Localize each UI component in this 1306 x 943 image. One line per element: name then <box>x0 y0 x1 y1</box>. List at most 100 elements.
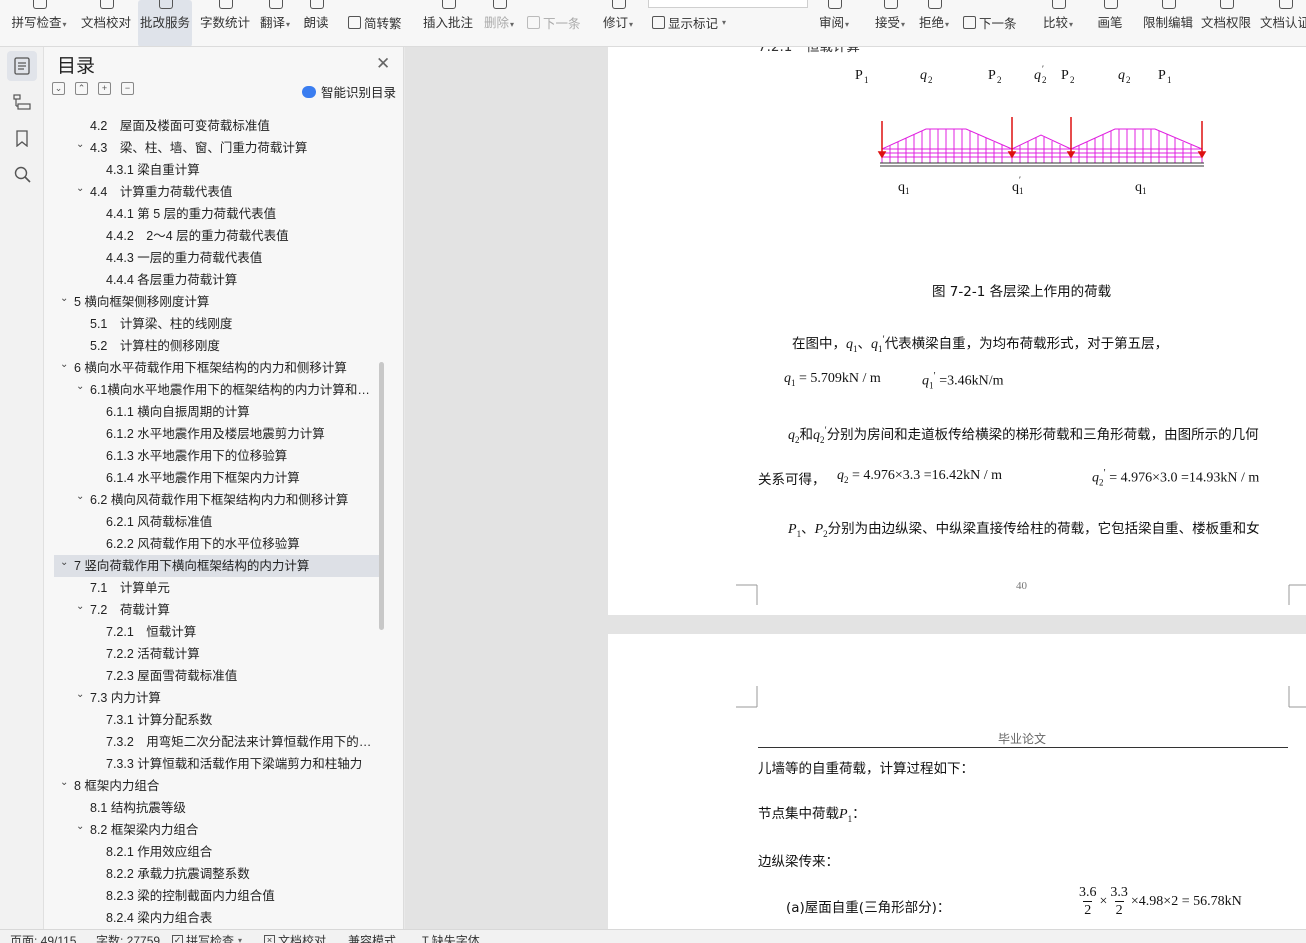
toc-item[interactable]: ⌄ 5 横向框架侧移刚度计算 <box>54 291 379 313</box>
show-markup-button[interactable]: 显示标记 ▾ <box>652 13 726 32</box>
toc-item[interactable]: 7.3.2 用弯矩二次分配法来计算恒载作用下的梁端弯矩 <box>54 731 379 753</box>
toc-scrollbar[interactable] <box>379 362 384 630</box>
toc-item[interactable]: 8.2.2 承载力抗震调整系数 <box>54 863 379 885</box>
toc-item[interactable]: 6.1.2 水平地震作用及楼层地震剪力计算 <box>54 423 379 445</box>
toc-item[interactable]: 6.1.4 水平地震作用下框架内力计算 <box>54 467 379 489</box>
toc-item[interactable]: 8.1 结构抗震等级 <box>54 797 379 819</box>
toc-item[interactable]: 6.1.3 水平地震作用下的位移验算 <box>54 445 379 467</box>
bookmark-panel-button[interactable] <box>7 123 37 153</box>
proofread-toggle[interactable]: × 文档校对 <box>264 932 326 943</box>
toc-item[interactable]: ⌄ 6.1横向水平地震作用下的框架结构的内力计算和侧移计算 <box>54 379 379 401</box>
outline-panel-button[interactable] <box>7 87 37 117</box>
toc-panel-button[interactable] <box>7 51 37 81</box>
pen-button[interactable]: 画笔 <box>1094 0 1126 46</box>
distributed-load-shapes <box>881 128 1203 163</box>
chevron-down-icon[interactable]: ⌄ <box>76 379 84 398</box>
close-icon[interactable]: ✕ <box>376 54 390 74</box>
read-aloud-button[interactable]: 朗读 <box>300 0 332 46</box>
word-count-button[interactable]: 字数统计 <box>198 0 252 46</box>
page2-line-1: 儿墙等的自重荷载，计算过程如下： <box>758 761 974 777</box>
compare-button[interactable]: 比较▾ <box>1038 0 1078 46</box>
toc-item[interactable]: 4.3.1 梁自重计算 <box>54 159 379 181</box>
toc-item[interactable]: ⌄ 6.2 横向风荷载作用下框架结构内力和侧移计算 <box>54 489 379 511</box>
search-panel-button[interactable] <box>7 159 37 189</box>
toc-item[interactable]: ⌄ 8 框架内力组合 <box>54 775 379 797</box>
chevron-down-icon[interactable]: ⌄ <box>60 291 68 310</box>
chevron-down-icon[interactable]: ⌄ <box>76 137 84 156</box>
toc-item[interactable]: 7.1 计算单元 <box>54 577 379 599</box>
reject-button[interactable]: 拒绝▾ <box>914 0 954 46</box>
document-canvas[interactable]: 7.2.1 恒载计算 P1 q2 P2 q 2 ′ P2 q2 P1 q1 q 1 ′ … <box>405 47 1306 929</box>
chevron-down-icon[interactable]: ⌄ <box>60 555 68 574</box>
toc-item[interactable]: 5.2 计算柱的侧移刚度 <box>54 335 379 357</box>
chevron-down-icon[interactable]: ⌄ <box>76 687 84 706</box>
chevron-down-icon[interactable]: ⌄ <box>76 489 84 508</box>
toc-item[interactable]: 8.2.3 梁的控制截面内力组合值 <box>54 885 379 907</box>
markup-view-select[interactable] <box>648 0 808 8</box>
toc-item[interactable]: ⌄ 6 横向水平荷载作用下框架结构的内力和侧移计算 <box>54 357 379 379</box>
review-service-button[interactable]: 批改服务 <box>138 0 192 46</box>
equation-q2: q2 = 4.976×3.3 =16.42kN / m <box>837 468 1003 485</box>
toc-item[interactable]: ⌄ 8.2 框架梁内力组合 <box>54 819 379 841</box>
review-button[interactable]: 审阅▾ <box>814 0 854 46</box>
chevron-down-icon[interactable]: ⌄ <box>76 599 84 618</box>
next-comment-button[interactable]: 下一条 <box>527 13 581 32</box>
beam-line <box>880 162 1204 167</box>
track-changes-button[interactable]: 修订▾ <box>598 0 638 46</box>
var-q1: q <box>846 337 853 352</box>
toc-item[interactable]: 4.4.3 一层的重力荷载代表值 <box>54 247 379 269</box>
translate-button[interactable]: 翻译▾ <box>256 0 294 46</box>
add-heading-icon[interactable]: + <box>98 82 111 95</box>
toc-item[interactable]: 6.2.2 风荷载作用下的水平位移验算 <box>54 533 379 555</box>
spell-check-toggle[interactable]: ✓ 拼写检查 ▾ <box>172 932 242 943</box>
page-indicator[interactable]: 页面: 49/115 <box>10 932 76 943</box>
doc-proofread-button[interactable]: 文档校对 <box>78 0 134 46</box>
chevron-down-icon[interactable]: ⌄ <box>76 181 84 200</box>
paragraph-2: q2和q2′分别为房间和走道板传给横梁的梯形荷载和三角形荷载，由图所示的几何 <box>788 425 1259 445</box>
toc-item[interactable]: 4.2 屋面及楼面可变荷载标准值 <box>54 115 379 137</box>
toc-item[interactable]: 4.4.2 2～4 层的重力荷载代表值 <box>54 225 379 247</box>
toc-item[interactable]: 4.4.1 第 5 层的重力荷载代表值 <box>54 203 379 225</box>
label-q2-right: q <box>1118 68 1125 83</box>
toc-item[interactable]: 8.2.4 梁内力组合表 <box>54 907 379 929</box>
toc-item[interactable]: ⌄ 4.4 计算重力荷载代表值 <box>54 181 379 203</box>
restrict-edit-button[interactable]: 限制编辑 <box>1140 0 1196 46</box>
toc-item[interactable]: 7.3.1 计算分配系数 <box>54 709 379 731</box>
spell-check-button[interactable]: 拼写检查▾ <box>8 0 70 46</box>
translate-icon <box>265 0 285 9</box>
toc-item[interactable]: ⌄ 7.3 内力计算 <box>54 687 379 709</box>
remove-heading-icon[interactable]: − <box>121 82 134 95</box>
collapse-all-icon[interactable]: ⌄ <box>52 82 65 95</box>
read-aloud-icon <box>306 0 326 9</box>
delete-comment-button[interactable]: 删除▾ <box>480 0 518 46</box>
missing-font-button[interactable]: T 缺失字体 <box>422 932 480 943</box>
chevron-down-icon[interactable]: ⌄ <box>60 775 68 794</box>
toc-item[interactable]: 6.2.1 风荷载标准值 <box>54 511 379 533</box>
toc-item[interactable]: ⌄ 4.3 梁、柱、墙、窗、门重力荷载计算 <box>54 137 379 159</box>
insert-comment-button[interactable]: 插入批注 <box>420 0 476 46</box>
toc-item[interactable]: 7.3.3 计算恒载和活载作用下梁端剪力和柱轴力 <box>54 753 379 775</box>
label-q1-left: q <box>898 180 905 195</box>
accept-button[interactable]: 接受▾ <box>870 0 910 46</box>
toc-item[interactable]: 8.2.1 作用效应组合 <box>54 841 379 863</box>
toc-item[interactable]: 7.2.3 屋面雪荷载标准值 <box>54 665 379 687</box>
toc-item[interactable]: 7.2.1 恒载计算 <box>54 621 379 643</box>
sub-2d: 2 <box>1070 75 1075 85</box>
doc-certify-icon <box>1275 0 1295 9</box>
doc-certify-button[interactable]: 文档认证 <box>1258 0 1306 46</box>
word-count-indicator[interactable]: 字数: 27759 <box>96 932 160 943</box>
simp-to-trad-button[interactable]: 简转繁 <box>348 13 402 32</box>
toc-item[interactable]: 6.1.1 横向自振周期的计算 <box>54 401 379 423</box>
toc-item[interactable]: 7.2.2 活荷载计算 <box>54 643 379 665</box>
toc-item[interactable]: 5.1 计算梁、柱的线刚度 <box>54 313 379 335</box>
toc-item[interactable]: ⌄ 7.2 荷载计算 <box>54 599 379 621</box>
toc-item[interactable]: 4.4.4 各层重力荷载计算 <box>54 269 379 291</box>
chevron-down-icon[interactable]: ⌄ <box>60 357 68 376</box>
chevron-down-icon[interactable]: ⌄ <box>76 819 84 838</box>
next-change-button[interactable]: 下一条 <box>963 13 1017 32</box>
doc-permission-button[interactable]: 文档权限 <box>1199 0 1253 46</box>
comment-icon <box>438 0 458 9</box>
expand-level-icon[interactable]: ⌃ <box>75 82 88 95</box>
toc-item[interactable]: ⌄ 7 竖向荷载作用下横向框架结构的内力计算 <box>54 555 379 577</box>
smart-toc-button[interactable]: 智能识别目录 <box>302 82 396 101</box>
